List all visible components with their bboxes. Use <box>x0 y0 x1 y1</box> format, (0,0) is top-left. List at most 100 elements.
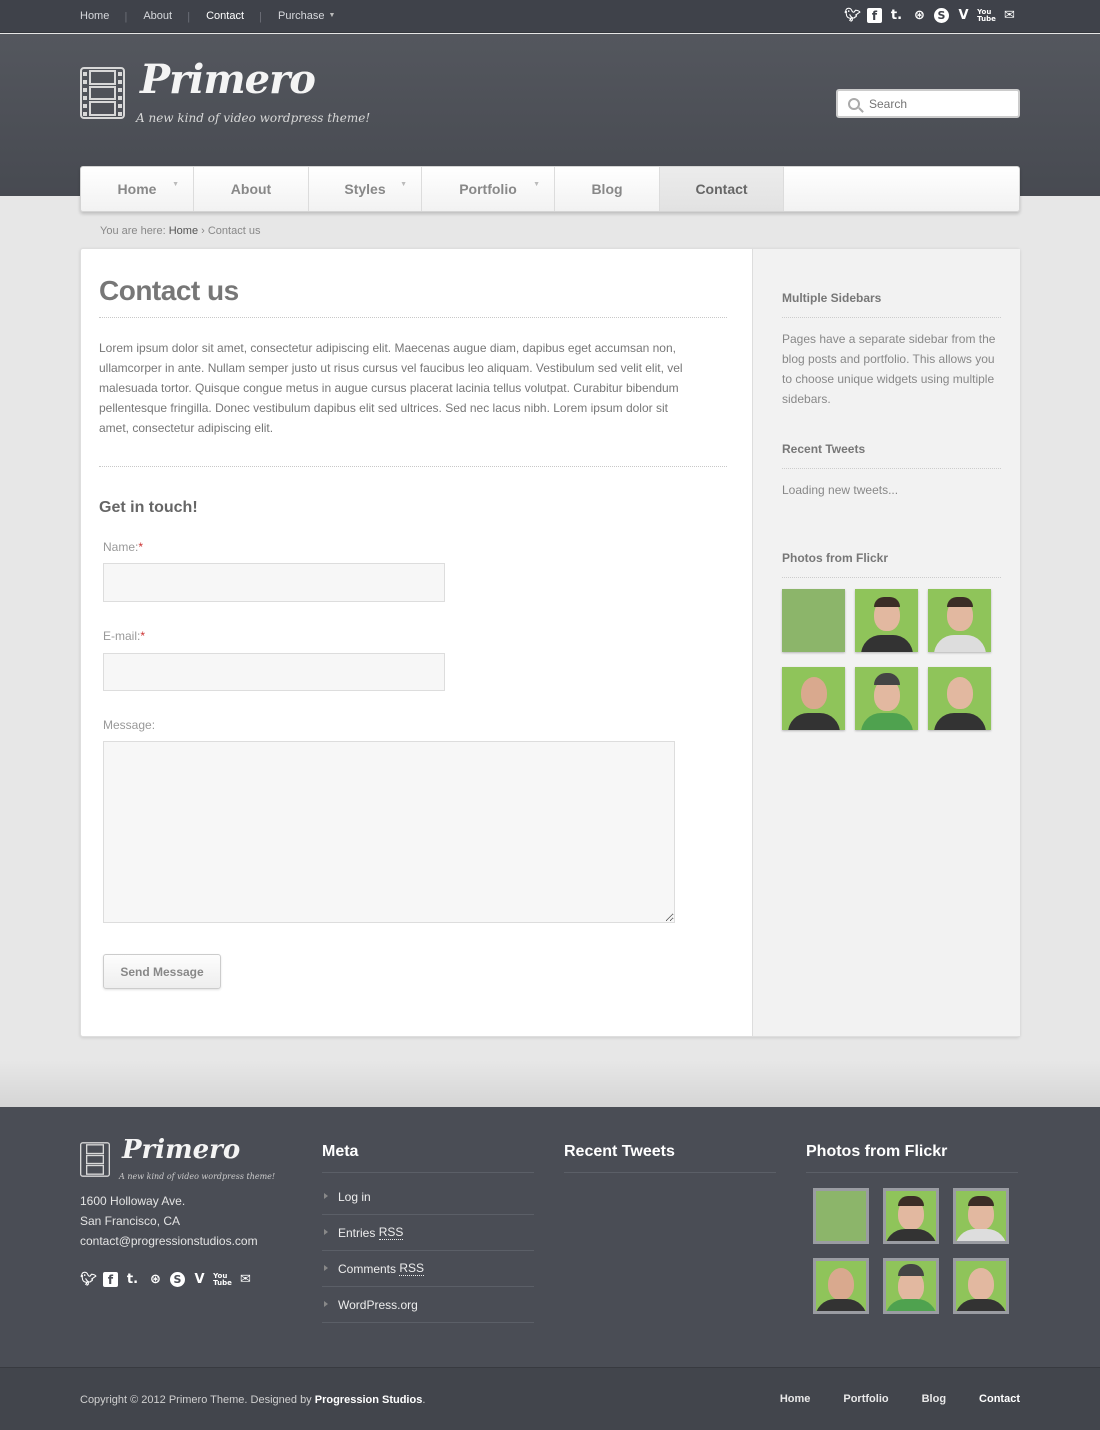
nav-item-label: Styles <box>344 181 386 197</box>
bottom-nav-contact[interactable]: Contact <box>979 1393 1020 1405</box>
flickr-photo[interactable] <box>928 667 991 730</box>
page-title: Contact us <box>99 275 239 306</box>
top-nav-about[interactable]: About | <box>143 10 190 23</box>
logo[interactable]: Primero <box>140 56 316 103</box>
footer-address: 1600 Holloway Ave. San Francisco, CA con… <box>80 1191 258 1251</box>
nav-item-label: Portfolio <box>459 181 517 197</box>
sidebar: Multiple Sidebars Pages have a separate … <box>752 249 1020 1036</box>
contact-email-link[interactable]: contact@progressionstudios.com <box>80 1231 258 1251</box>
social-icons-footer: 🐦︎ f t. ⊛ S V You Tube ✉ <box>80 1271 254 1288</box>
top-nav-home-label: Home <box>80 9 110 22</box>
message-field[interactable] <box>103 741 675 923</box>
search-box <box>836 89 1020 118</box>
meta-link-wordpress[interactable]: WordPress.org <box>322 1287 534 1323</box>
footer-flickr-photo[interactable] <box>813 1188 869 1244</box>
meta-link-entries-rss[interactable]: Entries RSS <box>322 1215 534 1251</box>
footer-flickr-photo[interactable] <box>813 1258 869 1314</box>
meta-link-text: WordPress.org <box>338 1297 418 1312</box>
flickr-photo[interactable] <box>782 589 845 652</box>
rss-abbr: RSS <box>378 1225 404 1240</box>
skype-icon[interactable]: S <box>934 8 949 23</box>
title-divider <box>99 317 727 318</box>
top-nav-separator: | <box>259 10 263 23</box>
email-label-text: E-mail: <box>103 629 141 643</box>
flickr-photo[interactable] <box>855 589 918 652</box>
widget-text-recent-tweets: Loading new tweets... <box>782 483 899 497</box>
bottom-nav: Home Portfolio Blog Contact <box>780 1393 1020 1405</box>
nav-item-label: Home <box>117 181 157 197</box>
tumblr-icon[interactable]: t. <box>888 7 905 24</box>
copyright: Copyright © 2012 Primero Theme. Designed… <box>80 1394 425 1406</box>
footer-flickr-title: Photos from Flickr <box>806 1143 948 1160</box>
top-nav-contact[interactable]: Contact | <box>206 9 263 23</box>
footer-flickr-photo[interactable] <box>953 1188 1009 1244</box>
footer-shadow <box>0 1060 1100 1107</box>
top-nav-separator: | <box>124 10 128 23</box>
footer-logo[interactable]: Primero <box>122 1135 240 1165</box>
footer-tweets-title: Recent Tweets <box>564 1143 675 1160</box>
vimeo-icon[interactable]: V <box>955 7 972 24</box>
email-icon[interactable]: ✉ <box>237 1271 254 1288</box>
meta-link-text: Log in <box>338 1189 371 1204</box>
designer-link[interactable]: Progression Studios <box>315 1394 423 1406</box>
email-icon[interactable]: ✉ <box>1001 7 1018 24</box>
twitter-icon[interactable]: 🐦︎ <box>80 1271 97 1288</box>
chevron-down-icon: ▼ <box>400 181 407 188</box>
youtube-icon[interactable]: You Tube <box>977 7 996 24</box>
flickr-photo[interactable] <box>928 589 991 652</box>
bottom-nav-home[interactable]: Home <box>780 1393 811 1405</box>
nav-item-about[interactable]: About <box>194 167 309 211</box>
nav-item-label: About <box>230 181 272 197</box>
breadcrumb: You are here: Home › Contact us <box>100 225 260 237</box>
meta-link-text: Comments <box>338 1261 400 1276</box>
breadcrumb-home-link[interactable]: Home <box>169 225 198 237</box>
footer-tagline: A new kind of video wordpress theme! <box>119 1172 276 1181</box>
flickr-photo[interactable] <box>782 667 845 730</box>
dribbble-icon[interactable]: ⊛ <box>147 1271 164 1288</box>
twitter-icon[interactable]: 🐦︎ <box>844 7 861 24</box>
tumblr-icon[interactable]: t. <box>124 1271 141 1288</box>
top-nav-home[interactable]: Home | <box>80 9 128 23</box>
nav-item-blog[interactable]: Blog <box>555 167 660 211</box>
dribbble-icon[interactable]: ⊛ <box>911 7 928 24</box>
nav-item-home[interactable]: Home ▼ <box>81 167 194 211</box>
nav-item-portfolio[interactable]: Portfolio ▼ <box>422 167 555 211</box>
nav-item-styles[interactable]: Styles ▼ <box>309 167 422 211</box>
bottom-nav-portfolio[interactable]: Portfolio <box>843 1393 888 1405</box>
footer-flickr-photo[interactable] <box>883 1188 939 1244</box>
social-icons-top: 🐦︎ f t. ⊛ S V You Tube ✉ <box>844 7 1018 24</box>
flickr-photo[interactable] <box>855 667 918 730</box>
send-message-button[interactable]: Send Message <box>103 954 221 989</box>
address-line: San Francisco, CA <box>80 1214 181 1228</box>
top-nav-purchase-label: Purchase <box>278 9 325 22</box>
facebook-icon[interactable]: f <box>867 8 882 23</box>
top-nav-purchase[interactable]: Purchase ▼ <box>278 10 353 22</box>
youtube-icon[interactable]: You Tube <box>213 1271 232 1288</box>
name-label: Name:* <box>103 540 143 554</box>
main-nav: Home ▼ About Styles ▼ Portfolio ▼ Blog Cont… <box>80 166 1020 212</box>
bottom-nav-blog[interactable]: Blog <box>922 1393 946 1405</box>
facebook-icon[interactable]: f <box>103 1272 118 1287</box>
footer-flickr-photo[interactable] <box>883 1258 939 1314</box>
copyright-suffix: . <box>422 1394 426 1406</box>
widget-text-multiple-sidebars: Pages have a separate sidebar from the b… <box>782 332 996 406</box>
footer-flickr-photo[interactable] <box>953 1258 1009 1314</box>
email-label: E-mail:* <box>103 629 145 643</box>
skype-icon[interactable]: S <box>170 1272 185 1287</box>
address-line: 1600 Holloway Ave. <box>80 1194 186 1208</box>
name-field[interactable] <box>103 563 445 602</box>
form-heading: Get in touch! <box>99 499 198 516</box>
search-input[interactable] <box>869 96 1009 111</box>
meta-links: Log in Entries RSS Comments RSS WordPres… <box>322 1179 534 1323</box>
meta-link-login[interactable]: Log in <box>322 1179 534 1215</box>
meta-link-comments-rss[interactable]: Comments RSS <box>322 1251 534 1287</box>
film-reel-icon <box>80 1142 110 1177</box>
required-mark: * <box>138 540 144 554</box>
chevron-down-icon: ▼ <box>533 181 540 188</box>
site-footer: Primero A new kind of video wordpress th… <box>0 1107 1100 1367</box>
email-field[interactable] <box>103 653 445 691</box>
vimeo-icon[interactable]: V <box>191 1271 208 1288</box>
nav-item-contact[interactable]: Contact <box>660 167 784 211</box>
widget-divider <box>782 317 1001 318</box>
top-nav-contact-label: Contact <box>206 9 245 22</box>
